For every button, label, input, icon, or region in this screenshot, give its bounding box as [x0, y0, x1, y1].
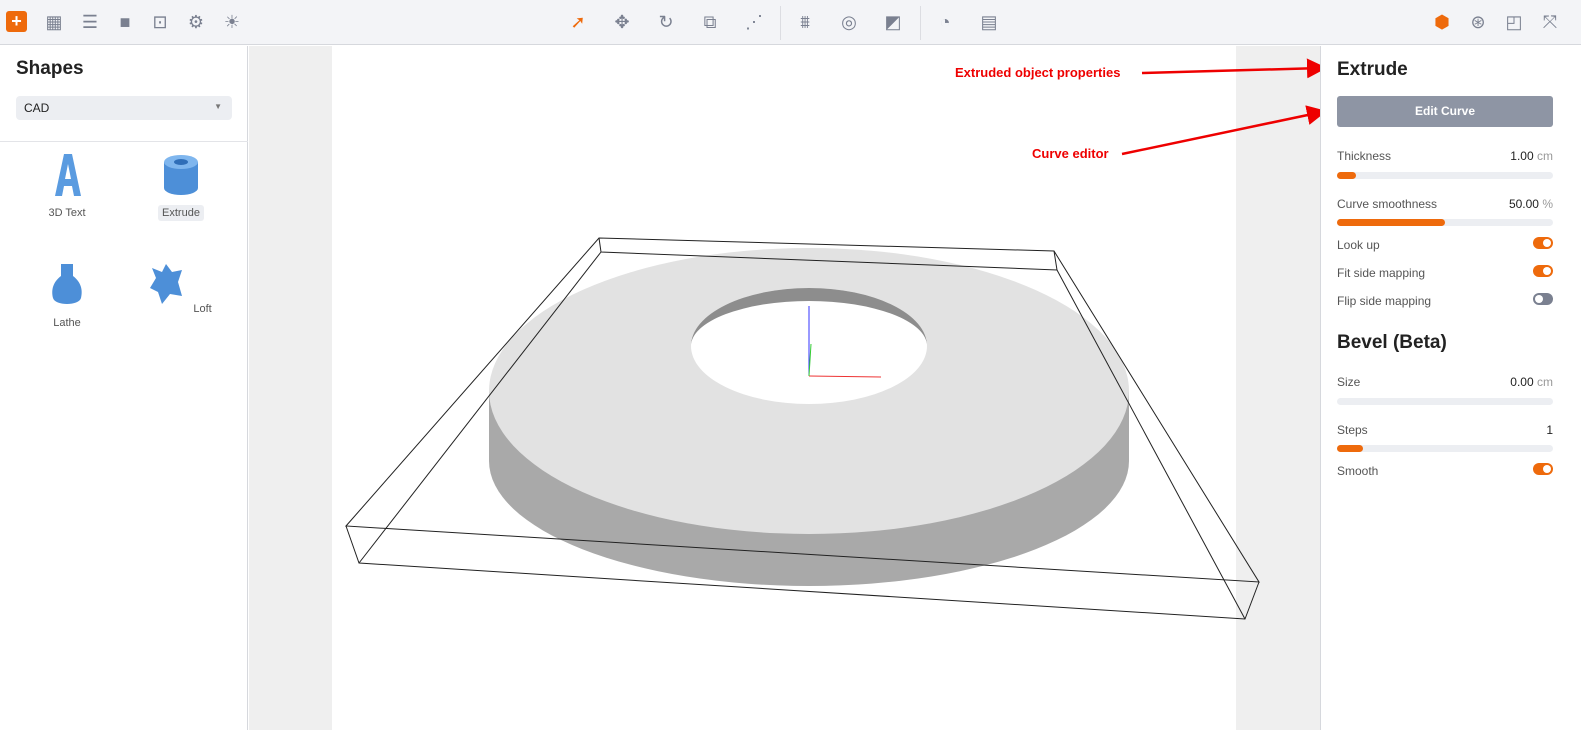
category-value: CAD [24, 101, 50, 115]
shapes-panel: Shapes CAD ▼ 3D Text Extrude Lathe Loft [0, 46, 248, 730]
rotate-icon[interactable]: ↻ [654, 10, 678, 34]
smooth-row: Smooth [1337, 463, 1553, 478]
lathe-icon [52, 264, 82, 304]
annotation-properties: Extruded object properties [955, 65, 1121, 80]
smoothness-slider[interactable] [1337, 219, 1553, 226]
unit: cm [1537, 149, 1553, 163]
fit-side-row: Fit side mapping [1337, 265, 1553, 280]
loft-icon [150, 264, 183, 304]
object-icon[interactable]: ⬢ [1430, 10, 1454, 34]
edit-curve-button[interactable]: Edit Curve [1337, 96, 1553, 127]
label: Flip side mapping [1337, 294, 1432, 308]
annotation-curve: Curve editor [1032, 146, 1109, 161]
steps-row: Steps 1 [1337, 423, 1553, 437]
steps-value[interactable]: 1 [1546, 423, 1553, 437]
label: Steps [1337, 423, 1368, 437]
look-up-toggle[interactable] [1533, 237, 1553, 249]
panel-title: Shapes [16, 58, 84, 79]
select-icon[interactable]: ➚ [566, 10, 590, 34]
scrollbar[interactable] [1568, 46, 1581, 730]
viewport[interactable] [249, 46, 1320, 730]
shape-label: 3D Text [48, 207, 86, 219]
label: Curve smoothness [1337, 197, 1438, 211]
fit-side-toggle[interactable] [1533, 265, 1553, 277]
smoothness-value[interactable]: 50.00 [1509, 197, 1539, 211]
light-icon[interactable]: ☀ [220, 10, 244, 34]
gear-icon[interactable]: ⚙ [184, 10, 208, 34]
label: Look up [1337, 238, 1380, 252]
look-up-row: Look up [1337, 237, 1553, 252]
label: Fit side mapping [1337, 266, 1426, 280]
view-icon[interactable]: ◎ [837, 10, 861, 34]
flip-side-row: Flip side mapping [1337, 293, 1553, 308]
scale-icon[interactable]: ⧉ [698, 10, 722, 34]
unit: cm [1537, 375, 1553, 389]
slider-fill [1337, 172, 1357, 179]
chevron-down-icon: ▼ [214, 102, 222, 111]
label: Thickness [1337, 149, 1392, 163]
toolbar: + ▦ ☰ ■ ⊡ ⚙ ☀ ➚ ✥ ↻ ⧉ ⋰ ⩩ ◎ ◩ ◔ ▤ ⬢ ⊛ ◰ … [0, 0, 1581, 45]
size-value[interactable]: 0.00 [1510, 375, 1533, 389]
shape-label: Loft [193, 303, 212, 315]
shape-3d-text[interactable]: 3D Text [32, 152, 102, 221]
slider-fill [1337, 219, 1445, 226]
text-3d-icon [55, 154, 81, 196]
thickness-row: Thickness 1.00 cm [1337, 149, 1553, 163]
smoothness-row: Curve smoothness 50.00 % [1337, 197, 1553, 211]
panel-title: Extrude [1337, 59, 1408, 80]
extruded-ring-scene [344, 237, 1260, 620]
shape-label: Extrude [158, 205, 204, 221]
unit: % [1542, 197, 1553, 211]
time-icon[interactable]: ◔ [933, 10, 957, 34]
shape-extrude[interactable]: Extrude [146, 152, 216, 221]
flip-side-toggle[interactable] [1533, 293, 1553, 305]
focus-icon[interactable]: ⊡ [148, 10, 172, 34]
category-select[interactable]: CAD ▼ [16, 96, 232, 120]
divider [780, 6, 781, 40]
smooth-toggle[interactable] [1533, 463, 1553, 475]
fullscreen-icon[interactable]: ⤧ [1538, 10, 1562, 34]
label: Size [1337, 375, 1361, 389]
label: Smooth [1337, 464, 1379, 478]
camera-icon[interactable]: ■ [113, 10, 137, 34]
thickness-slider[interactable] [1337, 172, 1553, 179]
shape-label: Lathe [53, 317, 81, 329]
size-slider[interactable] [1337, 398, 1553, 405]
properties-panel: Extrude Edit Curve Thickness 1.00 cm Curv… [1320, 46, 1568, 730]
grid-icon[interactable]: ▦ [42, 10, 66, 34]
clapper-icon[interactable]: ▤ [977, 10, 1001, 34]
texture-icon[interactable]: ⊛ [1466, 10, 1490, 34]
extrude-icon [164, 155, 198, 195]
bevel-title: Bevel (Beta) [1337, 332, 1447, 353]
material-icon[interactable]: ◩ [881, 10, 905, 34]
size-row: Size 0.00 cm [1337, 375, 1553, 389]
add-icon[interactable]: + [6, 11, 27, 32]
steps-slider[interactable] [1337, 445, 1553, 452]
move-icon[interactable]: ✥ [610, 10, 634, 34]
shape-loft[interactable]: Loft [146, 262, 216, 317]
divider [920, 6, 921, 40]
list-icon[interactable]: ☰ [78, 10, 102, 34]
ground-icon[interactable]: ⩩ [793, 10, 817, 34]
transform-icon[interactable]: ⋰ [742, 10, 766, 34]
panel-icon[interactable]: ◰ [1502, 10, 1526, 34]
divider [0, 141, 248, 142]
thickness-value[interactable]: 1.00 [1510, 149, 1533, 163]
slider-fill [1337, 445, 1363, 452]
shape-lathe[interactable]: Lathe [32, 262, 102, 331]
